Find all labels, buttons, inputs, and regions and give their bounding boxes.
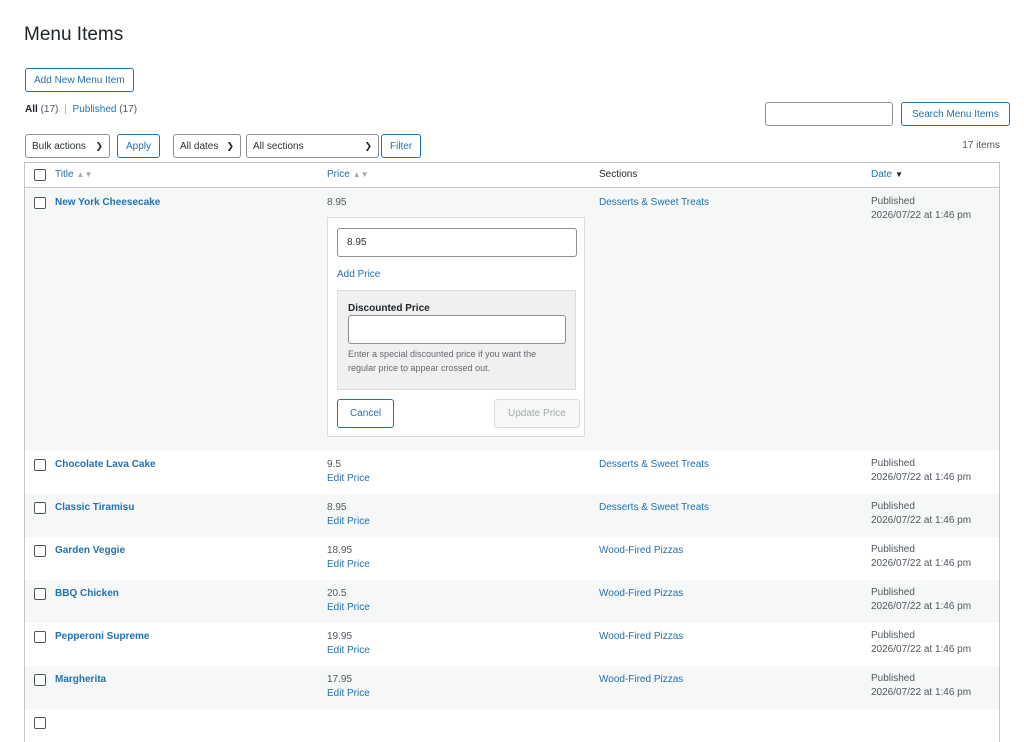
row-checkbox[interactable]	[34, 197, 46, 209]
sort-icon: ▲▼	[76, 170, 93, 179]
table-row: BBQ Chicken 20.5 Edit Price Wood-Fired P…	[25, 580, 999, 623]
row-date: Published 2026/07/22 at 1:46 pm	[871, 458, 972, 483]
filter-button[interactable]: Filter	[381, 134, 422, 158]
row-title-link[interactable]: New York Cheesecake	[55, 197, 160, 208]
page-title: Menu Items	[24, 24, 124, 45]
row-section-link[interactable]: Wood-Fired Pizzas	[599, 588, 683, 599]
view-filters: All (17) | Published (17)	[25, 104, 137, 115]
row-date: Published 2026/07/22 at 1:46 pm	[871, 196, 972, 221]
row-date: Published 2026/07/22 at 1:46 pm	[871, 501, 972, 526]
edit-price-link[interactable]: Edit Price	[327, 559, 370, 570]
row-price: 8.95	[327, 197, 347, 208]
row-checkbox[interactable]	[34, 631, 46, 643]
view-all-count: (17)	[40, 104, 59, 115]
table-row	[25, 709, 999, 729]
discount-price-input[interactable]	[348, 315, 566, 344]
row-price: 18.95	[327, 545, 353, 556]
row-checkbox[interactable]	[34, 717, 46, 729]
row-price: 8.95	[327, 502, 347, 513]
items-count: 17 items	[962, 140, 1000, 151]
edit-price-link[interactable]: Edit Price	[327, 645, 370, 656]
chevron-down-icon: ❯	[226, 140, 234, 151]
sections-value: All sections	[253, 140, 304, 152]
row-checkbox[interactable]	[34, 588, 46, 600]
row-price: 19.95	[327, 631, 353, 642]
row-price: 20.5	[327, 588, 347, 599]
bulk-actions-select[interactable]: Bulk actions ❯	[25, 134, 110, 158]
add-price-link[interactable]: Add Price	[337, 269, 380, 280]
table-row: Garden Veggie 18.95 Edit Price Wood-Fire…	[25, 537, 999, 580]
row-price: 17.95	[327, 674, 353, 685]
edit-price-link[interactable]: Edit Price	[327, 688, 370, 699]
sort-icon: ▲▼	[352, 170, 369, 179]
cancel-button[interactable]: Cancel	[337, 399, 395, 428]
row-date: Published 2026/07/22 at 1:46 pm	[871, 544, 972, 569]
add-new-menu-item-button[interactable]: Add New Menu Item	[25, 68, 134, 92]
select-all-checkbox[interactable]	[34, 169, 46, 181]
row-checkbox[interactable]	[34, 459, 46, 471]
view-all-link[interactable]: All	[25, 104, 38, 115]
discount-label: Discounted Price	[348, 303, 430, 314]
row-title-link[interactable]: Margherita	[55, 674, 106, 685]
search-menu-items-button[interactable]: Search Menu Items	[901, 102, 1010, 126]
row-date: Published 2026/07/22 at 1:46 pm	[871, 630, 972, 655]
menu-items-table: Title ▲▼ Price ▲▼ Sections Date ▼ New York …	[24, 162, 1000, 742]
row-title-link[interactable]: Garden Veggie	[55, 545, 125, 556]
row-section-link[interactable]: Wood-Fired Pizzas	[599, 545, 683, 556]
update-price-button[interactable]: Update Price	[494, 399, 580, 428]
row-checkbox[interactable]	[34, 545, 46, 557]
edit-price-link[interactable]: Edit Price	[327, 473, 370, 484]
view-published-count: (17)	[119, 104, 138, 115]
row-section-link[interactable]: Wood-Fired Pizzas	[599, 631, 683, 642]
table-row: Classic Tiramisu 8.95 Edit Price Dessert…	[25, 494, 999, 537]
search-box: Search Menu Items	[765, 102, 1010, 126]
row-checkbox[interactable]	[34, 502, 46, 514]
sort-desc-icon: ▼	[895, 170, 904, 179]
bulk-actions-value: Bulk actions	[32, 140, 86, 152]
table-row: New York Cheesecake 8.95 Desserts & Swee…	[25, 189, 999, 451]
row-section-link[interactable]: Desserts & Sweet Treats	[599, 502, 709, 513]
dates-value: All dates	[180, 140, 219, 152]
row-date: Published 2026/07/22 at 1:46 pm	[871, 673, 972, 698]
row-checkbox[interactable]	[34, 674, 46, 686]
column-date-sort[interactable]: Date ▼	[871, 169, 903, 180]
discount-help-text: Enter a special discounted price if you …	[348, 349, 537, 373]
table-header: Title ▲▼ Price ▲▼ Sections Date ▼	[25, 163, 999, 188]
column-price-sort[interactable]: Price ▲▼	[327, 169, 369, 180]
discount-panel: Discounted Price Enter a special discoun…	[337, 290, 576, 390]
row-title-link[interactable]: Pepperoni Supreme	[55, 631, 149, 642]
sections-select[interactable]: All sections ❯	[246, 134, 379, 158]
row-section-link[interactable]: Desserts & Sweet Treats	[599, 459, 709, 470]
edit-price-link[interactable]: Edit Price	[327, 602, 370, 613]
column-title-sort[interactable]: Title ▲▼	[55, 169, 92, 180]
row-title-link[interactable]: Chocolate Lava Cake	[55, 459, 156, 470]
edit-price-link[interactable]: Edit Price	[327, 516, 370, 527]
table-row: Pepperoni Supreme 19.95 Edit Price Wood-…	[25, 623, 999, 666]
chevron-down-icon: ❯	[95, 140, 103, 151]
row-title-link[interactable]: BBQ Chicken	[55, 588, 119, 599]
view-separator: |	[64, 104, 67, 115]
column-sections: Sections	[599, 169, 638, 180]
row-price: 9.5	[327, 459, 341, 470]
row-date: Published 2026/07/22 at 1:46 pm	[871, 587, 972, 612]
price-editor: Add Price Discounted Price Enter a speci…	[327, 217, 585, 437]
chevron-down-icon: ❯	[364, 140, 372, 151]
table-row: Margherita 17.95 Edit Price Wood-Fired P…	[25, 666, 999, 709]
search-input[interactable]	[765, 102, 893, 126]
table-row: Chocolate Lava Cake 9.5 Edit Price Desse…	[25, 451, 999, 494]
row-title-link[interactable]: Classic Tiramisu	[55, 502, 134, 513]
price-input[interactable]	[337, 228, 577, 257]
apply-button[interactable]: Apply	[117, 134, 161, 158]
view-published-link[interactable]: Published	[73, 104, 117, 115]
dates-select[interactable]: All dates ❯	[173, 134, 241, 158]
row-section-link[interactable]: Wood-Fired Pizzas	[599, 674, 683, 685]
row-section-link[interactable]: Desserts & Sweet Treats	[599, 197, 709, 208]
